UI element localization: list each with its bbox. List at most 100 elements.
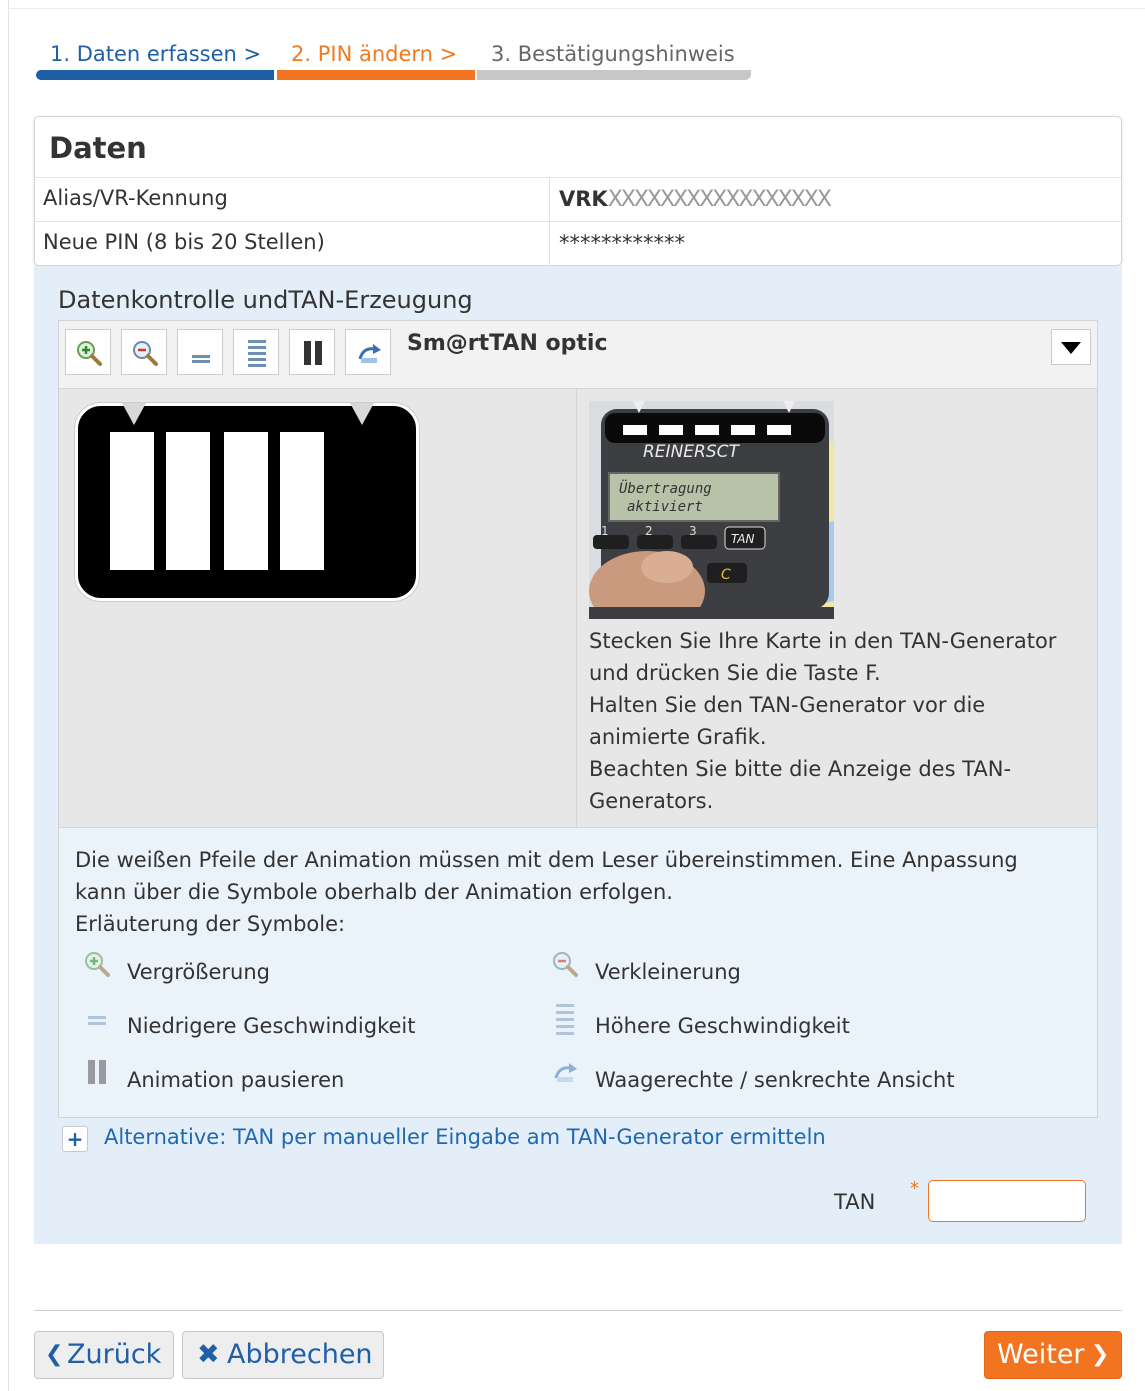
instruction-line: Beachten Sie bitte die Anzeige des TAN-G… xyxy=(589,757,1012,813)
tan-generator-image: REINERSCT Übertragung aktiviert 1 2 3 TA… xyxy=(589,401,834,619)
instruction-line: Stecken Sie Ihre Karte in den TAN-Genera… xyxy=(589,629,1057,685)
required-marker: * xyxy=(910,1178,919,1199)
tan-input[interactable] xyxy=(928,1180,1086,1222)
chevron-right-icon: ❯ xyxy=(1091,1342,1110,1367)
legend-label: Verkleinerung xyxy=(595,960,741,984)
row-value: ************ xyxy=(559,231,685,255)
column-divider xyxy=(549,178,550,222)
rotate-icon xyxy=(554,1063,577,1082)
device-key-2: 2 xyxy=(645,524,653,538)
step-daten-erfassen: 1. Daten erfassen > xyxy=(36,38,274,80)
rotate-icon xyxy=(358,344,381,363)
slower-icon xyxy=(192,355,210,363)
legend-label: Animation pausieren xyxy=(127,1068,345,1092)
daten-row-alias: Alias/VR-Kennung VRKXXXXXXXXXXXXXXXXX xyxy=(35,177,1121,222)
zoom-out-icon xyxy=(133,341,158,366)
chevron-left-icon: ❮ xyxy=(45,1342,64,1367)
footer-divider xyxy=(34,1310,1122,1311)
back-button[interactable]: ❮ Zurück xyxy=(34,1331,174,1379)
device-key-tan: TAN xyxy=(731,532,754,546)
cancel-button-label: Abbrechen xyxy=(227,1339,373,1370)
step-pin-aendern: 2. PIN ändern > xyxy=(277,38,475,80)
column-divider xyxy=(549,222,550,266)
daten-panel: Daten Alias/VR-Kennung VRKXXXXXXXXXXXXXX… xyxy=(34,116,1122,266)
step-label: 1. Daten erfassen > xyxy=(50,42,262,66)
daten-title: Daten xyxy=(49,131,147,165)
device-key-c: C xyxy=(721,567,731,583)
slower-button[interactable] xyxy=(177,329,223,375)
device-key-1: 1 xyxy=(601,524,609,538)
pause-icon xyxy=(304,341,322,365)
device-screen-line2: aktiviert xyxy=(627,499,703,515)
legend-icon xyxy=(543,998,587,1042)
legend-icon xyxy=(75,944,119,988)
step-bestaetigungshinweis: 3. Bestätigungshinweis xyxy=(477,38,751,80)
legend-icon xyxy=(543,944,587,988)
faster-icon xyxy=(556,1004,574,1035)
plus-icon[interactable]: + xyxy=(62,1126,88,1152)
step-label: 3. Bestätigungshinweis xyxy=(491,42,735,66)
zoom-out-icon xyxy=(553,952,578,977)
legend-icon xyxy=(543,1052,587,1096)
back-button-label: Zurück xyxy=(67,1339,162,1370)
legend-label: Höhere Geschwindigkeit xyxy=(595,1014,850,1038)
alternative-tan-link-text[interactable]: Alternative: TAN per manueller Eingabe a… xyxy=(104,1125,826,1149)
marker-arrow-left xyxy=(122,403,146,425)
faster-icon xyxy=(248,340,266,367)
legend-heading: Erläuterung der Symbole: xyxy=(75,912,346,936)
zoom-in-button[interactable] xyxy=(65,329,111,375)
row-value: VRKXXXXXXXXXXXXXXXXX xyxy=(559,187,832,212)
legend-intro: Die weißen Pfeile der Animation müssen m… xyxy=(75,844,1075,940)
chevron-down-icon xyxy=(1061,342,1081,354)
pause-icon xyxy=(88,1060,106,1084)
next-button[interactable]: Weiter ❯ xyxy=(984,1331,1122,1379)
legend-label: Vergrößerung xyxy=(127,960,271,984)
faster-button[interactable] xyxy=(233,329,279,375)
verfahren-dropdown[interactable] xyxy=(1051,329,1091,365)
flicker-animation-area xyxy=(59,389,577,827)
legend-icon xyxy=(75,998,119,1042)
tan-verfahren-label: Sm@rtTAN optic xyxy=(407,331,608,356)
device-key-3: 3 xyxy=(689,524,697,538)
progress-steps: 1. Daten erfassen > 2. PIN ändern > 3. B… xyxy=(36,38,752,82)
step-bar-pending xyxy=(477,70,751,80)
instruction-line: Halten Sie den TAN-Generator vor die ani… xyxy=(589,693,986,749)
flicker-bar xyxy=(280,432,324,570)
legend-icon xyxy=(75,1052,119,1096)
legend-label: Niedrigere Geschwindigkeit xyxy=(127,1014,416,1038)
instruction-area: REINERSCT Übertragung aktiviert 1 2 3 TA… xyxy=(577,389,1097,827)
zoom-out-button[interactable] xyxy=(121,329,167,375)
rotate-button[interactable] xyxy=(345,329,391,375)
daten-row-pin: Neue PIN (8 bis 20 Stellen) ************ xyxy=(35,221,1121,266)
flicker-bar xyxy=(166,432,210,570)
zoom-in-icon xyxy=(85,952,110,977)
step-label: 2. PIN ändern > xyxy=(291,42,458,66)
device-screen-line1: Übertragung xyxy=(619,479,712,497)
frame-border-top xyxy=(8,8,1145,9)
instruction-text: Stecken Sie Ihre Karte in den TAN-Genera… xyxy=(589,625,1089,817)
flicker-bar xyxy=(224,432,268,570)
close-icon: ✖ xyxy=(197,1339,220,1370)
legend-intro-text: Die weißen Pfeile der Animation müssen m… xyxy=(75,848,1018,904)
vrk-prefix: VRK xyxy=(559,187,608,211)
zoom-in-icon xyxy=(77,341,102,366)
device-brand: REINERSCT xyxy=(643,442,740,462)
legend-label: Waagerechte / senkrechte Ansicht xyxy=(595,1068,955,1092)
flicker-bar xyxy=(110,432,154,570)
frame-border-left xyxy=(8,0,9,1391)
step-bar-done xyxy=(36,70,274,80)
flicker-toolbar: Sm@rtTAN optic xyxy=(59,321,1097,389)
tan-field-label: TAN xyxy=(834,1190,876,1214)
tan-section: Datenkontrolle undTAN-Erzeugung Sm@rtTAN… xyxy=(34,266,1122,1244)
next-button-label: Weiter xyxy=(997,1339,1085,1370)
flicker-tan-box: Sm@rtTAN optic REINERSCT Übertragung akt… xyxy=(58,320,1098,1118)
flicker-graphic xyxy=(75,403,419,601)
row-label: Alias/VR-Kennung xyxy=(43,186,228,210)
cancel-button[interactable]: ✖ Abbrechen xyxy=(182,1331,384,1379)
pause-button[interactable] xyxy=(289,329,335,375)
step-bar-active xyxy=(277,70,475,80)
row-label: Neue PIN (8 bis 20 Stellen) xyxy=(43,230,325,254)
slower-icon xyxy=(88,1016,106,1025)
vrk-masked: XXXXXXXXXXXXXXXXX xyxy=(607,187,832,212)
tan-section-title: Datenkontrolle undTAN-Erzeugung xyxy=(58,286,473,314)
